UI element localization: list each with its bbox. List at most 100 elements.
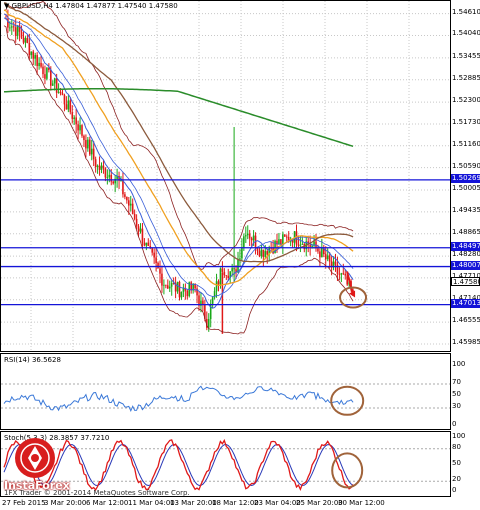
highlight-circle: [331, 452, 364, 489]
chart-window: ▼ GBPUSD,H4 1.47804 1.47877 1.47540 1.47…: [0, 0, 480, 510]
candle-body: [311, 245, 313, 247]
candle-body: [65, 104, 68, 110]
candle-body: [141, 228, 144, 243]
candle-body: [126, 196, 128, 201]
time-tick-label: 30 Mar 12:00: [338, 499, 385, 507]
time-tick-label: 3 Mar 20:00: [44, 499, 87, 507]
candle-body: [285, 236, 288, 238]
candle-body: [180, 291, 183, 298]
candle-body: [163, 284, 165, 286]
candle-body: [280, 239, 282, 245]
chart-menu-icon[interactable]: ▼: [4, 2, 9, 10]
candle-body: [207, 319, 210, 328]
rsi-tick-label: 30: [452, 402, 461, 410]
candle-body: [112, 181, 114, 184]
candle-body: [98, 165, 101, 170]
rsi-tick-label: 100: [452, 360, 466, 368]
candle-body: [258, 250, 261, 257]
candle-body: [153, 252, 155, 258]
price-tick-label: 1.52885: [452, 73, 480, 82]
candle-body: [241, 247, 243, 259]
candle-body: [20, 31, 23, 38]
price-tick-label: 1.49435: [452, 205, 480, 214]
candle-body: [155, 257, 157, 264]
candle-body: [106, 177, 109, 179]
price-pane[interactable]: ▼ GBPUSD,H4 1.47804 1.47877 1.47540 1.47…: [0, 0, 451, 352]
candle-body: [219, 268, 222, 285]
candle-body: [256, 248, 259, 251]
candle-body: [342, 273, 345, 275]
candle-body: [227, 275, 230, 278]
candle-body: [36, 55, 38, 66]
candle-body: [139, 228, 142, 232]
candle-body: [186, 290, 189, 297]
level-price-label: 1.48497: [451, 241, 480, 251]
candle-body: [260, 249, 263, 257]
candle-body: [215, 281, 218, 292]
candle-body: [299, 244, 302, 246]
candle-body: [128, 200, 130, 206]
candle-body: [246, 233, 249, 236]
candle-body: [168, 286, 171, 289]
time-tick-label: 18 Mar 12:00: [212, 499, 259, 507]
price-plot: [1, 1, 450, 351]
candle-body: [12, 26, 15, 28]
rsi-plot: [1, 383, 450, 416]
rsi-pane[interactable]: RSI(14) 36.5628: [0, 353, 451, 430]
candle-body: [28, 43, 31, 55]
candle-body: [319, 251, 321, 258]
price-tick-label: 1.50590: [452, 161, 480, 170]
price-tick-label: 1.50005: [452, 184, 480, 193]
candle-body: [14, 27, 17, 36]
candle-body: [63, 94, 66, 105]
candle-body: [245, 235, 247, 237]
candle-body: [157, 263, 159, 269]
stoch-tick-label: 80: [452, 442, 461, 451]
candle-body: [223, 271, 226, 276]
candle-body: [176, 281, 179, 292]
candle-body: [321, 247, 323, 258]
candle-body: [143, 242, 146, 246]
ma-slow-line: [3, 2, 354, 263]
candle-body: [250, 238, 253, 241]
stoch-tick-label: 20: [452, 475, 461, 484]
candle-body: [61, 93, 64, 95]
candle-body: [284, 234, 286, 237]
candle-body: [264, 251, 267, 257]
candle-body: [122, 180, 124, 195]
candle-body: [9, 27, 11, 29]
candle-body: [231, 268, 233, 272]
candle-body: [87, 139, 89, 149]
candle-body: [178, 281, 181, 298]
rsi-tick-label: 0: [452, 420, 457, 428]
candle-body: [32, 51, 35, 59]
candle-body: [309, 244, 311, 247]
candle-body: [55, 78, 58, 93]
candle-body: [22, 37, 25, 43]
candle-body: [75, 117, 77, 125]
candle-body: [67, 100, 70, 110]
candle-body: [69, 100, 72, 113]
candle-body: [79, 125, 81, 131]
candle-body: [165, 284, 167, 286]
level-price-label: 1.50269: [451, 173, 480, 183]
level-price-label: 1.47013: [451, 298, 480, 308]
rsi-tick-label: 70: [452, 378, 461, 386]
candle-body: [135, 218, 138, 227]
candle-body: [131, 203, 134, 214]
candle-body: [340, 273, 343, 275]
candle-body: [124, 194, 126, 197]
candle-body: [282, 234, 284, 245]
candle-body: [324, 254, 327, 260]
candle-body: [81, 125, 83, 136]
candle-body: [40, 62, 42, 67]
candle-body: [42, 66, 44, 75]
candle-body: [92, 148, 95, 160]
chart-header: ▼ GBPUSD,H4 1.47804 1.47877 1.47540 1.47…: [4, 2, 178, 10]
candle-body: [30, 51, 33, 55]
stoch-tick-label: 100: [452, 432, 466, 440]
brand-name: InstaForex: [4, 479, 70, 492]
candle-body: [50, 70, 52, 86]
time-tick-label: 23 Mar 04:00: [254, 499, 301, 507]
candle-body: [217, 281, 220, 285]
